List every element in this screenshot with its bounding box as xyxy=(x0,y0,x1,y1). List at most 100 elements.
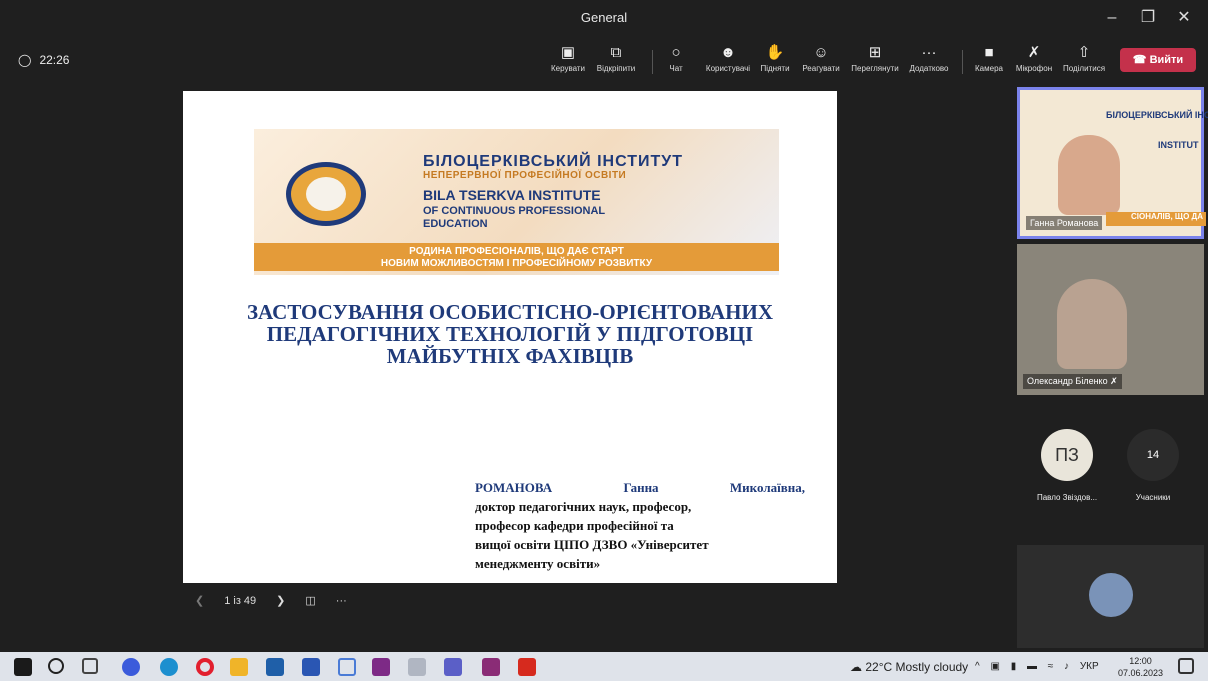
prev-slide-icon[interactable]: ❮ xyxy=(195,594,204,607)
participants-count-label: Учасники xyxy=(1135,493,1171,502)
more-button[interactable]: ··· Додатково xyxy=(906,42,952,82)
opera-icon[interactable] xyxy=(196,658,214,676)
share-icon: ⇧ xyxy=(1077,44,1091,61)
popout-button[interactable]: ⧉ Відкріпити xyxy=(592,42,640,82)
author-block: РОМАНОВА Ганна Миколаївна, доктор педаго… xyxy=(475,478,805,573)
self-view-tile[interactable] xyxy=(1017,545,1204,648)
self-avatar xyxy=(1089,573,1133,617)
close-icon[interactable]: ✕ xyxy=(1166,6,1202,30)
tile-slide-text: БІЛОЦЕРКІВСЬКИЙ ІНСТІ xyxy=(1106,110,1208,120)
mic-button[interactable]: ✗ Мікрофон xyxy=(1012,42,1056,82)
presentation-slide: БІЛОЦЕРКІВСЬКИЙ ІНСТИТУТ НЕПЕРЕРВНОЇ ПРО… xyxy=(183,91,837,583)
mic-off-icon: ✗ xyxy=(1027,44,1041,61)
tile-slide-text: INSTITUT xyxy=(1158,140,1199,150)
start-icon[interactable] xyxy=(14,658,32,676)
clock[interactable]: 12:00 07.06.2023 xyxy=(1118,655,1163,679)
divider xyxy=(962,50,963,74)
banner-line: OF CONTINUOUS PROFESSIONAL xyxy=(423,205,606,217)
participant-name: Ганна Романова xyxy=(1026,216,1103,230)
manage-icon: ▣ xyxy=(560,44,576,61)
camera-off-icon: ■ xyxy=(984,44,994,61)
more-options-icon[interactable]: ··· xyxy=(336,595,347,607)
mail-icon[interactable] xyxy=(266,658,284,676)
participant-tile[interactable]: Олександр Біленко ✗ xyxy=(1017,244,1204,395)
onenote-icon[interactable] xyxy=(372,658,390,676)
author-patronymic: Миколаївна, xyxy=(729,480,805,495)
slide-counter: 1 із 49 xyxy=(224,594,257,607)
taskbar: ☁ 22°C Mostly cloudy ^ ▣ ▮ ▬ ≈ ♪ УКР 12:… xyxy=(0,652,1208,681)
play-icon[interactable] xyxy=(338,658,356,676)
chrome-icon[interactable] xyxy=(160,658,178,676)
institute-logo xyxy=(286,162,366,226)
banner-slogan: РОДИНА ПРОФЕСІОНАЛІВ, ЩО ДАЄ СТАРТ xyxy=(409,246,624,257)
viber-icon[interactable] xyxy=(122,658,140,676)
folder-icon[interactable] xyxy=(230,658,248,676)
chat-button[interactable]: ○ Чат xyxy=(662,42,690,82)
slide-title: ЗАСТОСУВАННЯ ОСОБИСТІСНО-ОРІЄНТОВАНИХ ПЕ… xyxy=(223,301,797,367)
institute-banner: БІЛОЦЕРКІВСЬКИЙ ІНСТИТУТ НЕПЕРЕРВНОЇ ПРО… xyxy=(254,129,779,275)
clock-date: 07.06.2023 xyxy=(1118,668,1164,678)
next-slide-icon[interactable]: ❯ xyxy=(276,594,285,607)
participants-panel: БІЛОЦЕРКІВСЬКИЙ ІНСТІ INSTITUT СІОНАЛІВ,… xyxy=(1013,84,1208,652)
slide-title-line: МАЙБУТНІХ ФАХІВЦІВ xyxy=(386,344,634,368)
banner-line: НЕПЕРЕРВНОЇ ПРОФЕСІЙНОЇ ОСВІТИ xyxy=(423,170,627,181)
banner-line: БІЛОЦЕРКІВСЬКИЙ ІНСТИТУТ xyxy=(423,153,683,170)
shield-icon: ◯ xyxy=(18,53,32,67)
banner-line: EDUCATION xyxy=(423,218,488,230)
timer-text: 22:26 xyxy=(39,53,70,67)
mic-muted-icon: ✗ xyxy=(1110,376,1118,386)
window-title: General xyxy=(580,10,628,25)
notifications-icon[interactable] xyxy=(1178,658,1194,674)
save-icon[interactable] xyxy=(302,658,320,676)
pdf-icon[interactable] xyxy=(518,658,536,676)
more-icon: ··· xyxy=(921,44,937,61)
meeting-timer: ◯ 22:26 xyxy=(18,53,69,67)
weather-icon: ☁ xyxy=(850,660,862,674)
participant-video xyxy=(1058,135,1120,215)
users-button[interactable]: ☻ Користувачі xyxy=(700,42,756,82)
title-bar: General – ❐ ✕ xyxy=(0,0,1208,36)
users-icon: ☻ xyxy=(720,44,736,61)
leave-button[interactable]: ☎ Вийти xyxy=(1120,48,1196,72)
teams-icon[interactable] xyxy=(444,658,462,676)
author-degree: доктор педагогічних наук, професор, xyxy=(475,499,692,514)
hand-icon: ✋ xyxy=(765,44,785,61)
raise-hand-button[interactable]: ✋ Підняти xyxy=(758,42,792,82)
author-surname: РОМАНОВА xyxy=(475,480,553,495)
participant-video xyxy=(1057,279,1127,369)
system-tray[interactable]: ^ ▣ ▮ ▬ ≈ ♪ УКР xyxy=(975,661,1099,672)
author-position: вищої освіти ЦІПО ДЗВО «Університет xyxy=(475,537,709,552)
participant-name: Олександр Біленко xyxy=(1027,376,1108,386)
shared-content-stage: БІЛОЦЕРКІВСЬКИЙ ІНСТИТУТ НЕПЕРЕРВНОЇ ПРО… xyxy=(0,84,1013,652)
minimize-icon[interactable]: – xyxy=(1094,6,1130,30)
clock-time: 12:00 xyxy=(1129,656,1152,666)
participants-count[interactable]: 14 xyxy=(1127,429,1179,481)
view-button[interactable]: ⊞ Переглянути xyxy=(846,42,904,82)
divider xyxy=(652,50,653,74)
slide-pager: ❮ 1 із 49 ❯ ◫ ··· xyxy=(195,594,347,608)
grid-icon: ⊞ xyxy=(868,44,882,61)
chat-icon: ○ xyxy=(671,44,681,61)
phone-icon: ☎ xyxy=(1132,54,1150,66)
manage-button[interactable]: ▣ Керувати xyxy=(546,42,590,82)
restore-icon[interactable]: ❐ xyxy=(1130,6,1166,30)
participant-tile[interactable]: БІЛОЦЕРКІВСЬКИЙ ІНСТІ INSTITUT СІОНАЛІВ,… xyxy=(1017,87,1208,239)
banner-line: BILA TSERKVA INSTITUTE xyxy=(423,187,601,203)
slide-overview-icon[interactable]: ◫ xyxy=(305,594,315,607)
search-icon[interactable] xyxy=(48,658,64,674)
weather-text: 22°C Mostly cloudy xyxy=(865,660,969,674)
notepad-icon[interactable] xyxy=(408,658,426,676)
language-indicator[interactable]: УКР xyxy=(1080,661,1099,672)
share-button[interactable]: ⇧ Поділитися xyxy=(1060,42,1108,82)
smile-icon: ☺ xyxy=(813,44,829,61)
weather-widget[interactable]: ☁ 22°C Mostly cloudy xyxy=(850,660,968,674)
avatar[interactable]: ПЗ xyxy=(1041,429,1093,481)
task-view-icon[interactable] xyxy=(82,658,98,674)
banner-slogan: НОВИМ МОЖЛИВОСТЯМ І ПРОФЕСІЙНОМУ РОЗВИТК… xyxy=(380,258,653,269)
meeting-toolbar: ◯ 22:26 ▣ Керувати ⧉ Відкріпити ○ Чат ☻ Кори… xyxy=(0,36,1208,84)
react-button[interactable]: ☺ Реагувати xyxy=(798,42,844,82)
winrar-icon[interactable] xyxy=(482,658,500,676)
participant-name: Павло Звіздов... xyxy=(1036,493,1098,502)
participant-name-row: Олександр Біленко ✗ xyxy=(1023,374,1122,389)
camera-button[interactable]: ■ Камера xyxy=(972,42,1006,82)
